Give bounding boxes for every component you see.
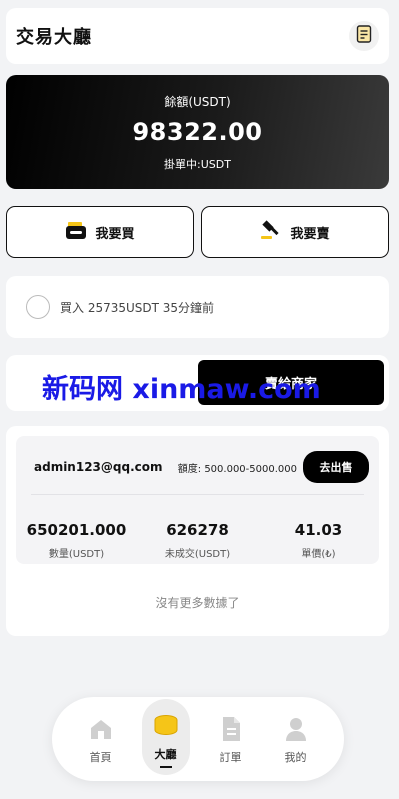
avatar	[26, 295, 50, 319]
sell-label: 我要賣	[290, 226, 330, 242]
nav-item-orders[interactable]: 訂單	[206, 713, 256, 765]
stat-label: 數量(USDT)	[48, 549, 105, 560]
nav-item-profile[interactable]: 我的	[271, 713, 321, 765]
nav-label: 我的	[284, 751, 307, 764]
gavel-icon	[260, 220, 282, 244]
active-underline	[159, 766, 172, 768]
nav-label: 首頁	[89, 751, 112, 764]
pending-label: 掛單中:USDT	[164, 158, 231, 171]
buy-button[interactable]: 我要買	[6, 206, 194, 258]
watermark-text: 新码网 xinmaw.com	[42, 374, 321, 405]
notice-text: 買入 25735USDT 35分鐘前	[60, 300, 215, 315]
notes-button[interactable]	[349, 21, 379, 51]
recent-trade-notice: 買入 25735USDT 35分鐘前	[6, 276, 389, 338]
trade-tabs: 賣給商家 新码网 xinmaw.com	[6, 355, 389, 411]
merchant-email: admin123@qq.com	[34, 460, 163, 474]
sell-order-button[interactable]: 去出售	[303, 451, 369, 483]
header-bar: 交易大廳	[6, 8, 389, 64]
stat-label: 單價(₺)	[301, 549, 336, 560]
nav-label: 訂單	[219, 751, 242, 764]
sell-button[interactable]: 我要賣	[201, 206, 389, 258]
order-list: admin123@qq.com 額度: 500.000-5000.000 去出售…	[6, 426, 389, 636]
limit-label: 額度: 500.000-5000.000	[177, 463, 297, 475]
stat-quantity: 650201.000 數量(USDT)	[16, 521, 137, 560]
coins-icon	[150, 710, 182, 742]
stat-unfilled: 626278 未成交(USDT)	[137, 521, 258, 560]
order-stats: 650201.000 數量(USDT) 626278 未成交(USDT) 41.…	[16, 521, 379, 560]
nav-item-lobby[interactable]: 大廳	[141, 699, 191, 775]
stat-label: 未成交(USDT)	[164, 549, 231, 560]
list-item: admin123@qq.com 額度: 500.000-5000.000 去出售…	[16, 436, 379, 564]
stat-value: 41.03	[294, 521, 343, 539]
document-icon	[215, 713, 247, 745]
stat-value: 626278	[166, 521, 229, 539]
nav-label: 大廳	[154, 748, 177, 761]
balance-card: 餘額(USDT) 98322.00 掛單中:USDT	[6, 75, 389, 189]
balance-amount: 98322.00	[132, 118, 263, 146]
wallet-icon	[65, 220, 87, 244]
buy-label: 我要買	[95, 226, 135, 242]
nav-item-home[interactable]: 首頁	[76, 713, 126, 765]
stat-unit-price: 41.03 單價(₺)	[258, 521, 379, 560]
no-more-data: 沒有更多數據了	[155, 596, 240, 610]
trade-actions: 我要買 我要賣	[6, 206, 389, 258]
balance-label: 餘額(USDT)	[164, 95, 231, 109]
notepad-icon	[356, 25, 372, 47]
bottom-nav: 首頁 大廳 訂單 我的	[52, 697, 344, 781]
stat-value: 650201.000	[26, 521, 127, 539]
divider	[31, 494, 364, 495]
page-title: 交易大廳	[16, 27, 92, 48]
user-icon	[280, 713, 312, 745]
home-icon	[85, 713, 117, 745]
